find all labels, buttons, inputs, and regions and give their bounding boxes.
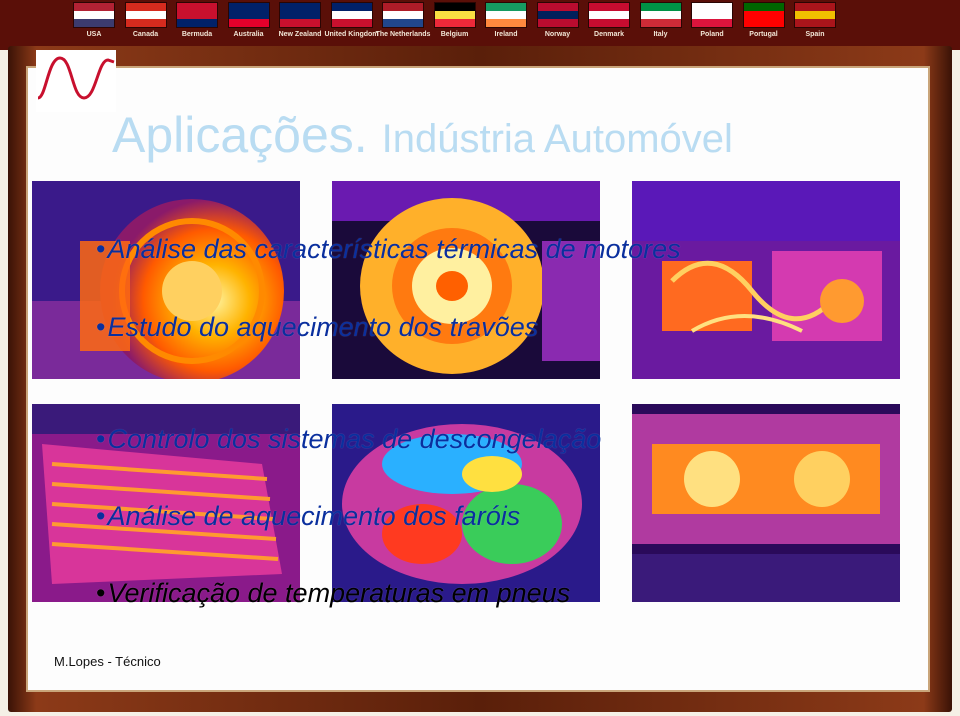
tire-thermal-image bbox=[332, 181, 600, 379]
sine-wave-logo bbox=[36, 50, 116, 112]
bullet-defrost: •Controlo dos sistemas de descongelação bbox=[96, 424, 602, 454]
flag-icon bbox=[742, 2, 785, 28]
title-subtitle: Indústria Automóvel bbox=[381, 117, 733, 161]
flag-icon bbox=[73, 2, 115, 28]
flag-icon bbox=[227, 2, 270, 28]
bullet-brakes: •Estudo do aquecimento dos travões bbox=[96, 312, 539, 342]
flag-icon bbox=[176, 2, 218, 28]
headlight-thermal-image bbox=[632, 404, 900, 602]
flag-spain[interactable]: Spain bbox=[785, 2, 845, 39]
flag-icon bbox=[124, 2, 167, 28]
flag-icon bbox=[382, 2, 424, 28]
bullet-tires: •Verificação de temperaturas em pneus bbox=[96, 578, 571, 608]
flag-icon bbox=[330, 2, 373, 28]
bullet-engines: •Análise das características térmicas de… bbox=[96, 234, 681, 264]
footer-author: M.Lopes - Técnico bbox=[54, 654, 161, 669]
title-main: Aplicações. bbox=[112, 107, 368, 163]
slide-title: Aplicações. Indústria Automóvel bbox=[112, 100, 733, 170]
flag-icon bbox=[433, 2, 476, 28]
flag-icon bbox=[639, 2, 682, 28]
bullet-headlights: •Análise de aquecimento dos faróis bbox=[96, 501, 521, 531]
flag-label: Spain bbox=[805, 31, 825, 38]
flag-icon bbox=[794, 2, 836, 28]
flag-icon bbox=[536, 2, 579, 28]
flag-icon bbox=[485, 2, 527, 28]
brake-disc-thermal-image bbox=[32, 181, 300, 379]
flag-icon bbox=[691, 2, 733, 28]
flag-icon bbox=[279, 2, 321, 28]
country-flag-bar: USA Canada Bermuda Australia New Zealand Unit… bbox=[0, 0, 960, 50]
flag-icon bbox=[588, 2, 630, 28]
engine-thermal-image bbox=[632, 181, 900, 379]
